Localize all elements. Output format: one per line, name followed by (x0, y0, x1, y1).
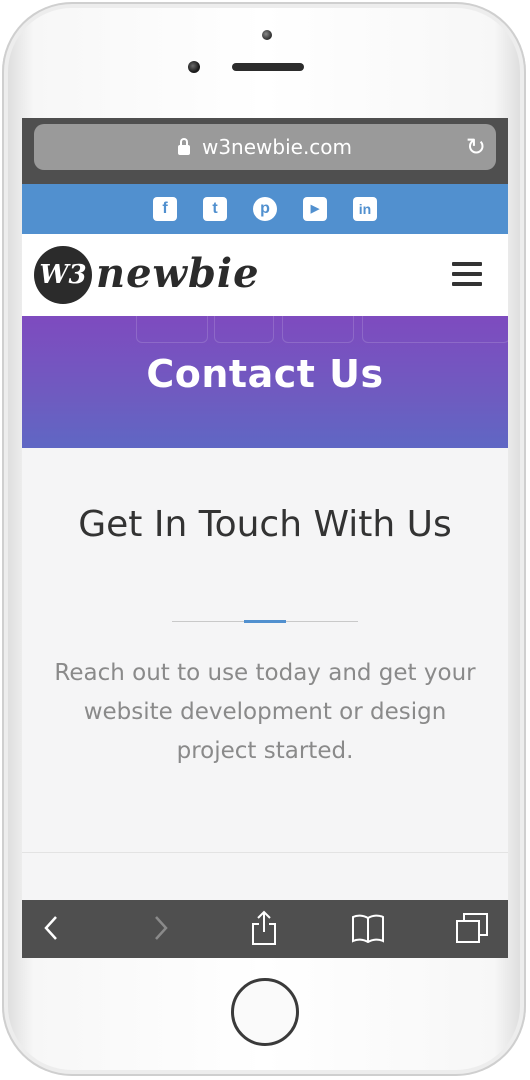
menu-line (452, 262, 482, 266)
section-heading: Get In Touch With Us (78, 504, 452, 545)
home-button[interactable] (231, 978, 299, 1046)
menu-line (452, 282, 482, 286)
lock-icon (177, 138, 190, 155)
logo-mark[interactable]: W3 (34, 246, 92, 304)
front-camera (188, 61, 200, 73)
youtube-icon[interactable]: ▶ (303, 197, 327, 221)
logo-text[interactable]: newbie (96, 250, 260, 297)
address-field[interactable]: w3newbie.com ↻ (34, 124, 496, 170)
facebook-icon[interactable]: f (153, 197, 177, 221)
hero-banner: Contact Us (22, 316, 508, 448)
phone-screen: w3newbie.com ↻ f t p ▶ in W3 newbie Cont… (22, 118, 508, 958)
social-links-bar: f t p ▶ in (22, 184, 508, 234)
section-description: Reach out to use today and get your webs… (54, 660, 476, 764)
forward-icon[interactable] (146, 908, 176, 948)
hero-title: Contact Us (146, 352, 384, 396)
hamburger-menu-icon[interactable] (452, 262, 482, 288)
heading-divider-accent (244, 620, 286, 623)
site-header: W3 newbie (22, 234, 508, 316)
safari-toolbar (22, 900, 508, 958)
pinterest-icon[interactable]: p (253, 197, 277, 221)
section-separator (22, 852, 508, 853)
share-icon[interactable] (248, 908, 280, 948)
url-text: w3newbie.com (201, 135, 353, 159)
tabs-icon[interactable] (454, 908, 490, 948)
reload-icon[interactable]: ↻ (466, 135, 486, 159)
contact-intro-section: Get In Touch With Us Reach out to use to… (22, 448, 508, 908)
back-icon[interactable] (36, 908, 66, 948)
bookmarks-icon[interactable] (350, 908, 386, 948)
earpiece-speaker (232, 63, 304, 71)
keyboard-key-decor (282, 316, 354, 343)
keyboard-key-decor (214, 316, 274, 343)
linkedin-icon[interactable]: in (353, 197, 377, 221)
twitter-icon[interactable]: t (203, 197, 227, 221)
keyboard-key-decor (362, 316, 508, 343)
proximity-sensor (262, 30, 272, 40)
keyboard-key-decor (136, 316, 208, 343)
menu-line (452, 272, 482, 276)
safari-url-bar: w3newbie.com ↻ (22, 118, 508, 184)
